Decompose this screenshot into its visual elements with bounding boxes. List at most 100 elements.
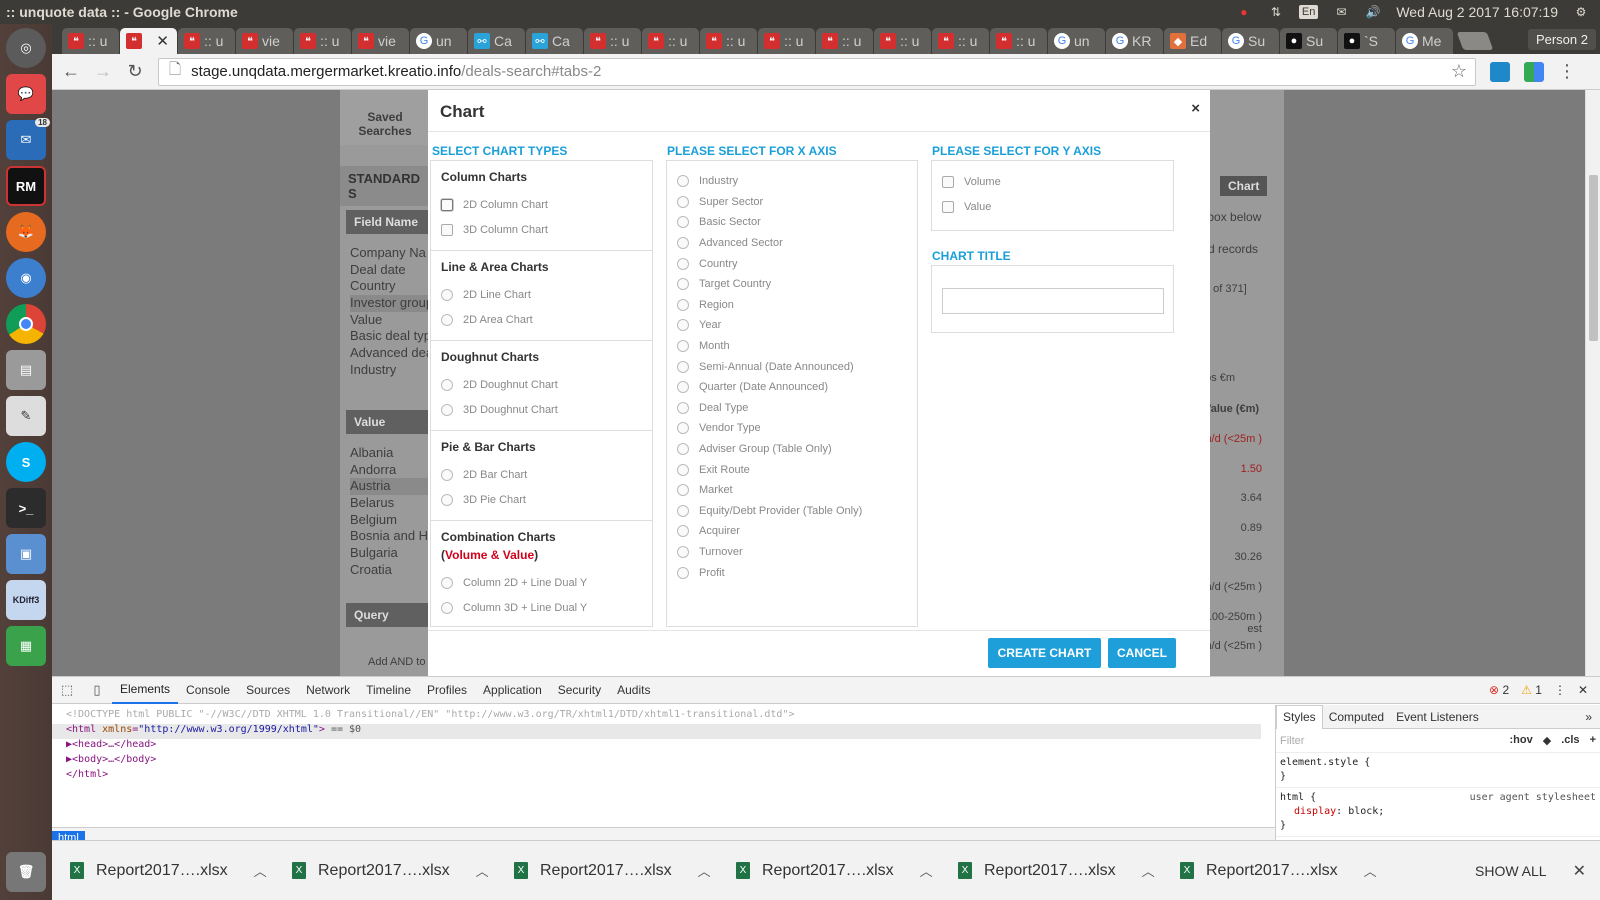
x-axis-radio[interactable] xyxy=(677,545,689,558)
browser-tab[interactable]: ❝:: u xyxy=(584,28,641,54)
power-gear-icon[interactable]: ⚙ xyxy=(1572,4,1590,20)
tab-close-icon[interactable]: ✕ xyxy=(156,32,169,50)
download-item[interactable]: X Report2017….xlsx ︿ xyxy=(70,861,292,880)
x-axis-option[interactable]: Target Country xyxy=(667,274,917,295)
x-axis-radio[interactable] xyxy=(677,257,689,270)
download-item[interactable]: X Report2017….xlsx ︿ xyxy=(736,861,958,880)
address-bar[interactable]: 🗋 stage.unqdata.mergermarket.kreatio.inf… xyxy=(158,57,1476,86)
network-icon[interactable]: ⇅ xyxy=(1267,4,1285,20)
x-axis-option[interactable]: Industry xyxy=(667,171,917,192)
inspect-element-icon[interactable]: ⬚ xyxy=(52,682,82,698)
skype-icon[interactable]: S xyxy=(6,442,46,482)
chart-button[interactable]: Chart xyxy=(1220,176,1268,196)
chart-type-radio[interactable] xyxy=(441,493,453,506)
doctype-line[interactable]: <!DOCTYPE html PUBLIC "-//W3C//DTD XHTML… xyxy=(66,709,1261,724)
page-scrollbar-thumb[interactable] xyxy=(1589,175,1598,341)
download-item[interactable]: X Report2017….xlsx ︿ xyxy=(514,861,736,880)
more-tabs-icon[interactable]: » xyxy=(1585,710,1600,724)
browser-tab[interactable]: ❝:: u xyxy=(758,28,815,54)
x-axis-radio[interactable] xyxy=(677,401,689,414)
x-axis-radio[interactable] xyxy=(677,340,689,353)
volume-icon[interactable]: 🔊 xyxy=(1364,4,1382,20)
x-axis-radio[interactable] xyxy=(677,525,689,538)
x-axis-radio[interactable] xyxy=(677,319,689,332)
devtools-tab-audits[interactable]: Audits xyxy=(609,677,658,704)
sidebar-tab-styles[interactable]: Styles xyxy=(1276,704,1323,729)
files-icon[interactable]: ▤ xyxy=(6,350,46,390)
devtools-tab-network[interactable]: Network xyxy=(298,677,358,704)
chart-type-option[interactable]: 3D Doughnut Chart xyxy=(441,397,642,422)
x-axis-radio[interactable] xyxy=(677,216,689,229)
chart-type-checkbox[interactable] xyxy=(441,198,453,211)
bg-country-item[interactable]: Bosnia and H xyxy=(350,528,434,545)
create-chart-button[interactable]: CREATE CHART xyxy=(988,638,1101,668)
x-axis-option[interactable]: Year xyxy=(667,315,917,336)
bg-field-item[interactable]: Industry xyxy=(350,362,434,379)
bg-country-item[interactable]: Albania xyxy=(350,445,434,462)
mail-icon[interactable]: ✉ xyxy=(1332,4,1350,20)
error-count-badge[interactable]: ⊗ 2 xyxy=(1489,683,1509,697)
color-format-icon[interactable]: ◆ xyxy=(1543,734,1551,747)
bookmark-star-icon[interactable]: ☆ xyxy=(1451,61,1467,82)
devtools-tab-elements[interactable]: Elements xyxy=(112,677,179,704)
chart-type-option[interactable]: Column 2D + Line Dual Y xyxy=(441,570,642,595)
new-tab-button[interactable] xyxy=(1456,32,1494,50)
x-axis-radio[interactable] xyxy=(677,422,689,435)
chart-type-option[interactable]: 2D Bar Chart xyxy=(441,462,642,487)
x-axis-option[interactable]: Deal Type xyxy=(667,398,917,419)
x-axis-radio[interactable] xyxy=(677,504,689,517)
x-axis-option[interactable]: Semi-Annual (Date Announced) xyxy=(667,356,917,377)
bg-field-item[interactable]: Company Na xyxy=(350,245,434,262)
firefox-icon[interactable]: 🦊 xyxy=(6,212,46,252)
chart-type-radio[interactable] xyxy=(441,378,453,391)
y-axis-checkbox[interactable] xyxy=(942,200,954,213)
forward-arrow-icon[interactable]: → xyxy=(94,61,112,82)
x-axis-option[interactable]: Exit Route xyxy=(667,459,917,480)
download-options-chevron-icon[interactable]: ︿ xyxy=(1142,861,1155,880)
chart-type-option[interactable]: 2D Doughnut Chart xyxy=(441,372,642,397)
x-axis-radio[interactable] xyxy=(677,381,689,394)
x-axis-option[interactable]: Profit xyxy=(667,562,917,583)
x-axis-option[interactable]: Vendor Type xyxy=(667,418,917,439)
x-axis-radio[interactable] xyxy=(677,463,689,476)
browser-tab[interactable]: ❝ vie xyxy=(352,28,409,54)
y-axis-option[interactable]: Value xyxy=(932,194,1173,219)
devtools-menu-icon[interactable]: ⋮ xyxy=(1554,683,1566,697)
browser-tab[interactable]: ❝ vie xyxy=(236,28,293,54)
cancel-button[interactable]: CANCEL xyxy=(1108,638,1176,668)
clock[interactable]: Wed Aug 2 2017 16:07:19 xyxy=(1396,4,1558,20)
chart-type-option[interactable]: 3D Column Chart xyxy=(441,217,642,242)
chart-type-radio[interactable] xyxy=(441,313,453,326)
download-options-chevron-icon[interactable]: ︿ xyxy=(254,861,267,880)
html-node-line[interactable]: <html xmlns="http://www.w3.org/1999/xhtm… xyxy=(52,724,1261,739)
chat-indicator-icon[interactable]: ● xyxy=(1235,4,1253,20)
x-axis-option[interactable]: Region xyxy=(667,295,917,316)
element-style-rule[interactable]: element.style {} xyxy=(1276,753,1600,788)
chart-type-option[interactable]: 2D Area Chart xyxy=(441,307,642,332)
spreadsheet-icon[interactable]: ▦ xyxy=(6,626,46,666)
chart-type-option[interactable]: 3D Pie Chart xyxy=(441,487,642,512)
reload-icon[interactable]: ↻ xyxy=(126,61,144,82)
browser-tab[interactable]: ❝:: u xyxy=(700,28,757,54)
chart-type-option[interactable]: Column 3D + Line Dual Y xyxy=(441,595,642,620)
back-arrow-icon[interactable]: ← xyxy=(62,61,80,82)
bg-country-item[interactable]: Belgium xyxy=(350,512,434,529)
download-options-chevron-icon[interactable]: ︿ xyxy=(920,861,933,880)
browser-tab[interactable]: ❝:: u xyxy=(932,28,989,54)
styles-filter[interactable]: Filter:hov ◆ .cls + xyxy=(1276,729,1600,753)
chart-title-input[interactable] xyxy=(942,288,1164,314)
text-editor-icon[interactable]: ✎ xyxy=(6,396,46,436)
x-axis-radio[interactable] xyxy=(677,298,689,311)
x-axis-option[interactable]: Country xyxy=(667,253,917,274)
bg-field-item[interactable]: Advanced dea xyxy=(350,345,434,362)
download-item[interactable]: X Report2017….xlsx ︿ xyxy=(292,861,514,880)
chat-app-icon[interactable]: 💬 xyxy=(6,74,46,114)
terminal-icon[interactable]: >_ xyxy=(6,488,46,528)
y-axis-checkbox[interactable] xyxy=(942,175,954,188)
browser-tab[interactable]: Gun xyxy=(410,28,467,54)
browser-tab[interactable]: ❝:: u xyxy=(816,28,873,54)
chart-type-option[interactable]: 2D Line Chart xyxy=(441,282,642,307)
download-item[interactable]: X Report2017….xlsx ︿ xyxy=(1180,861,1402,880)
sidebar-tab-event-listeners[interactable]: Event Listeners xyxy=(1390,705,1485,729)
body-node-line[interactable]: ▶<body>…</body> xyxy=(66,754,1261,769)
